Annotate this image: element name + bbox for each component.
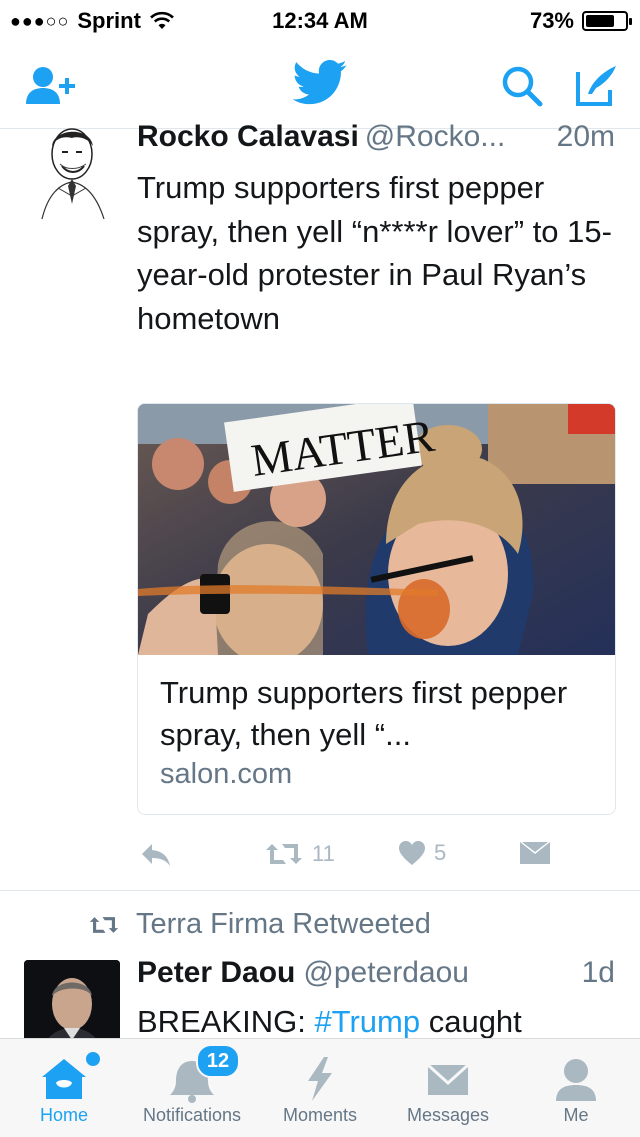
lightning-icon: [308, 1057, 332, 1101]
tab-label: Moments: [282, 1105, 358, 1125]
retweet-context-label: Terra Firma Retweeted: [136, 908, 431, 940]
battery-percent: 73%: [529, 8, 574, 33]
hashtag-link[interactable]: #Trump: [314, 1004, 420, 1039]
home-icon: [42, 1059, 86, 1099]
like-count: 5: [434, 840, 447, 865]
tweet-actions: 11 5: [0, 838, 640, 874]
author-name[interactable]: Peter Daou: [137, 956, 295, 989]
tweet-timestamp: 1d: [581, 956, 615, 989]
tab-home[interactable]: Home: [0, 1039, 128, 1137]
tab-label: Notifications: [142, 1105, 242, 1125]
retweet-context[interactable]: Terra Firma Retweeted: [88, 908, 431, 941]
card-domain: salon.com: [160, 758, 293, 790]
author-handle[interactable]: @Rocko...: [365, 120, 506, 153]
status-bar: ●●●○○ Sprint 12:34 AM 73%: [0, 0, 640, 40]
compose-icon[interactable]: [574, 64, 618, 108]
retweet-icon: [266, 844, 302, 864]
tweet-text-prefix: BREAKING:: [137, 1004, 315, 1039]
tab-me[interactable]: Me: [512, 1039, 640, 1137]
top-nav-bar: [0, 40, 640, 129]
tab-label: Home: [39, 1105, 88, 1125]
retweet-count: 11: [312, 841, 335, 866]
heart-icon: [399, 841, 425, 865]
reply-icon: [142, 844, 170, 866]
battery-fill: [586, 15, 614, 27]
link-card[interactable]: MATTER Trump supporters first pepper spr…: [137, 403, 616, 815]
tweet-text[interactable]: Trump supporters first pepper spray, the…: [137, 166, 617, 340]
tweet-divider: [0, 890, 640, 891]
tweet-text[interactable]: BREAKING: #Trump caught: [137, 1002, 617, 1042]
card-image: MATTER: [138, 404, 615, 655]
avatar[interactable]: [38, 124, 108, 222]
battery-icon: [582, 11, 632, 31]
person-icon: [556, 1059, 596, 1101]
envelope-icon: [520, 842, 550, 864]
notifications-badge: 12: [196, 1044, 240, 1078]
retweet-button[interactable]: 11: [264, 840, 335, 868]
tweet-text-suffix: caught: [420, 1004, 522, 1039]
tab-moments[interactable]: Moments: [256, 1039, 384, 1137]
retweet-icon: [89, 916, 119, 933]
like-button[interactable]: 5: [398, 840, 446, 866]
status-bar-right: 73%: [529, 8, 632, 34]
tab-label: Messages: [406, 1105, 490, 1125]
tab-messages[interactable]: Messages: [384, 1039, 512, 1137]
author-name[interactable]: Rocko Calavasi: [137, 120, 359, 153]
tweet-timestamp: 20m: [556, 120, 615, 153]
tab-label: Me: [563, 1105, 589, 1125]
reply-button[interactable]: [140, 842, 172, 868]
card-title: Trump supporters first pepper spray, the…: [160, 675, 568, 752]
tweet-header: Peter Daou @peterdaou 1d: [137, 956, 617, 996]
direct-message-button[interactable]: [520, 842, 550, 864]
author-handle[interactable]: @peterdaou: [303, 956, 469, 989]
add-user-icon[interactable]: [26, 66, 78, 106]
new-content-indicator: [84, 1050, 102, 1068]
twitter-bird-icon[interactable]: [292, 60, 348, 106]
envelope-icon: [426, 1063, 470, 1095]
tweet-header: Rocko Calavasi @Rocko... 20m: [137, 120, 617, 160]
search-icon[interactable]: [500, 64, 544, 108]
